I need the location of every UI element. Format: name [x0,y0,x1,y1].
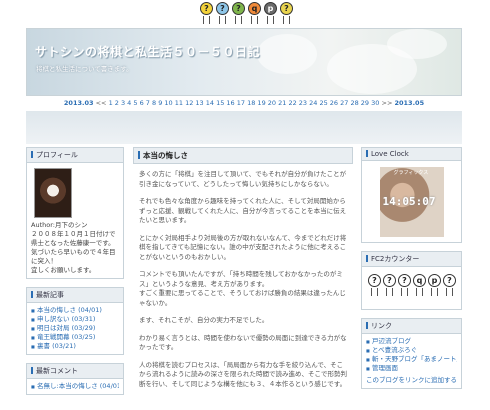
recent-comments-title-text: 最新コメント [36,367,78,375]
recent-post-item[interactable]: 裏書 (03/21) [31,342,119,351]
character-1-label: ? [204,4,209,13]
counter-character-2-label: ? [387,276,392,285]
fc2-counter-title-text: FC2カウンター [371,255,420,263]
counter-character-2: ? [383,274,396,296]
counter-character-5: p [428,274,441,296]
article-paragraph: コメントでも頂いたんですが、「持ち時間を残しておかなかったのがミス」というような… [139,270,346,307]
site-header: サトシンの将棋と私生活５０－５０日記 将棋と私生活について書きます。 [26,28,462,96]
link-item[interactable]: 戸辺流ブログ [366,337,457,346]
counter-character-4: q [413,274,426,296]
recent-post-item[interactable]: 本当の悔しさ (04/01) [31,306,119,315]
recent-post-link[interactable]: 申し訳ない (03/31) [37,315,95,323]
prev-arrow[interactable]: << [96,99,107,107]
recent-post-link[interactable]: 裏書 (03/21) [37,342,76,350]
prev-month-link[interactable]: 2013.03 [64,99,94,107]
link-item[interactable]: とべ豊流ぶろぐ [366,346,457,355]
recent-comments-title: 最新コメント [27,364,123,379]
profile-title-text: プロフィール [36,151,78,159]
character-2-label: ? [220,4,225,13]
fc2-counter-characters: ? ? ? q p ? [366,272,457,304]
link-item-anchor[interactable]: 戸辺流ブログ [372,337,411,345]
love-clock-widget[interactable]: グラフィックス 14:05:07 [379,167,444,237]
character-1: ? [200,2,213,24]
article-title: 本当の悔しさ [133,147,353,164]
recent-posts-list: 本当の悔しさ (04/01) 申し訳ない (03/31) 明日は対局 (03/2… [31,306,119,351]
profile-box: プロフィール Author:月下のシン ２００８年１０月１日付けで県士となった佐… [26,147,124,279]
main-content: 本当の悔しさ 多くの方に「将棋」を注目して頂いて、でもそれが自分が負けたことが引… [133,147,353,403]
profile-avatar [34,168,72,218]
header-band [26,111,462,144]
counter-character-1: ? [368,274,381,296]
left-sidebar: プロフィール Author:月下のシン ２００８年１０月１日付けで県士となった佐… [26,147,124,403]
counter-character-3-label: ? [402,276,407,285]
article-paragraph: ます、それこそが、自分の実力不足でした。 [139,316,269,324]
recent-posts-box: 最新記事 本当の悔しさ (04/01) 申し訳ない (03/31) 明日は対局 … [26,287,124,355]
right-sidebar: Love Clock グラフィックス 14:05:07 FC2カウンター ? ?… [361,147,462,397]
recent-comment-link[interactable]: 名無し:本当の悔しさ (04/01) [37,382,119,390]
link-item-anchor[interactable]: とべ豊流ぶろぐ [372,346,417,354]
link-item[interactable]: 管理画面 [366,364,457,373]
article-body: 多くの方に「将棋」を注目して頂いて、でもそれが自分が負けたことが引き金になってい… [133,164,353,403]
recent-post-item[interactable]: 明日は対局 (03/29) [31,324,119,333]
recent-posts-title-text: 最新記事 [36,291,64,299]
fc2-counter-title: FC2カウンター [362,252,461,267]
site-description: 将棋と私生活について書きます。 [36,65,133,73]
counter-character-1-label: ? [372,276,377,285]
character-3: ? [232,2,245,24]
counter-character-3: ? [398,274,411,296]
recent-comments-list: 名無し:本当の悔しさ (04/01) [31,382,119,391]
article-paragraph: 多くの方に「将棋」を注目して頂いて、でもそれが自分が負けたことが引き金になってい… [139,170,347,188]
links-title-text: リンク [371,322,392,330]
character-4: q [248,2,261,24]
character-2: ? [216,2,229,24]
links-title: リンク [362,319,461,334]
link-item-anchor[interactable]: 斬・天野ブログ「あまノート」 [372,355,457,363]
profile-title: プロフィール [27,148,123,163]
character-6: ? [280,2,293,24]
article-paragraph: 人の将棋を読むプロセスは、「局局面から有力な手を絞り込んで、そこから流れるように… [139,360,347,388]
article-paragraph: それでも色々な角度から趣味を持ってくれた人に、そして対局開始からずっと応援、観戦… [139,197,347,224]
next-month-link[interactable]: 2013.05 [394,99,424,107]
recent-post-link[interactable]: 本当の悔しさ (04/01) [37,306,102,314]
counter-character-6: ? [443,274,456,296]
article-paragraph: わかり易く言うとは、時間を使わないで優勢の局面に到達できる力がなかったです。 [139,333,347,352]
fc2-counter-box: FC2カウンター ? ? ? q p ? [361,251,462,310]
day-links[interactable]: 1 2 3 4 5 6 7 8 9 10 11 12 13 14 15 16 1… [109,99,380,107]
love-clock-box: Love Clock グラフィックス 14:05:07 [361,147,462,243]
article-title-text[interactable]: 本当の悔しさ [143,151,188,160]
month-navigation: 2013.03 << 1 2 3 4 5 6 7 8 9 10 11 12 13… [26,99,462,109]
love-clock-title-text: Love Clock [371,150,409,158]
character-5: p [264,2,277,24]
article-paragraph: とにかく対局相手より対局後の方が取れないなんて、今までどれだけ将棋を指してきても… [139,233,347,261]
counter-character-5-label: p [431,276,438,285]
recent-posts-title: 最新記事 [27,288,123,303]
next-arrow[interactable]: >> [382,99,393,107]
recent-comment-item[interactable]: 名無し:本当の悔しさ (04/01) [31,382,119,391]
character-4-label: q [251,4,258,13]
character-3-label: ? [236,4,241,13]
recent-post-link[interactable]: 竜王戦開幕 (03/25) [37,333,95,341]
character-6-label: ? [284,4,289,13]
counter-character-6-label: ? [447,276,452,285]
love-clock-caption: グラフィックス [393,170,429,176]
recent-post-item[interactable]: 申し訳ない (03/31) [31,315,119,324]
love-clock-title: Love Clock [362,148,461,161]
link-item-anchor[interactable]: 管理画面 [372,364,398,372]
profile-text: Author:月下のシン ２００８年１０月１日付けで県士となった佐藤康一です。 … [31,221,116,274]
recent-post-link[interactable]: 明日は対局 (03/29) [37,324,95,332]
link-item[interactable]: 斬・天野ブログ「あまノート」 [366,355,457,364]
counter-character-4-label: q [416,276,423,285]
site-title[interactable]: サトシンの将棋と私生活５０－５０日記 [35,43,260,60]
recent-post-item[interactable]: 竜王戦開幕 (03/25) [31,333,119,342]
love-clock-time: 14:05:07 [382,195,436,208]
character-5-label: p [267,4,274,13]
recent-comments-box: 最新コメント 名無し:本当の悔しさ (04/01) [26,363,124,395]
links-list: 戸辺流ブログ とべ豊流ぶろぐ 斬・天野ブログ「あまノート」 管理画面 [366,337,457,373]
links-box: リンク 戸辺流ブログ とべ豊流ぶろぐ 斬・天野ブログ「あまノート」 管理画面 こ… [361,318,462,389]
add-link-button[interactable]: このブログをリンクに追加する [366,376,457,384]
character-strip: ? ? ? q p ? [198,0,298,30]
